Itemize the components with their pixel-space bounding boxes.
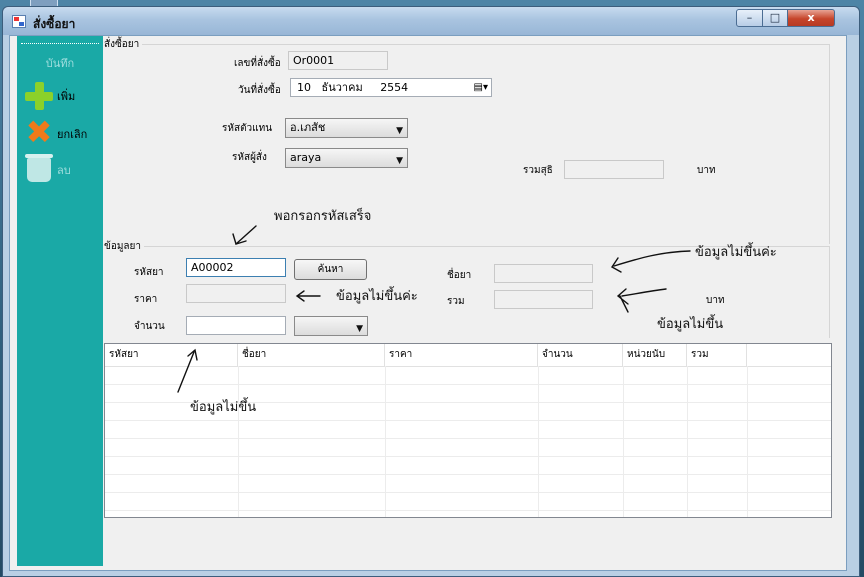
total-label: รวมสุธิ	[523, 165, 553, 176]
column-header-total[interactable]: รวม	[687, 344, 747, 366]
search-button[interactable]: ค้นหา	[294, 259, 367, 280]
order-group-title: สั่งซื้อยา	[104, 37, 143, 52]
date-month: ธันวาคม	[321, 81, 363, 94]
x-icon: ✖	[25, 113, 53, 151]
column-header-unit[interactable]: หน่วยนับ	[623, 344, 687, 366]
grid-header: รหัสยา ชื่อยา ราคา จำนวน หน่วยนับ รวม	[105, 344, 831, 367]
grid-row-line	[105, 474, 831, 475]
chevron-down-icon: ▼	[396, 126, 403, 136]
app-icon	[12, 15, 26, 28]
annotation-no-data-price: ข้อมูลไม่ขึ้นค่ะ	[336, 289, 418, 304]
buyer-code-value: araya	[290, 151, 322, 164]
unit-select[interactable]: ▼	[294, 316, 368, 336]
close-button[interactable]: x	[787, 9, 835, 27]
date-year: 2554	[380, 81, 409, 94]
calendar-dropdown-icon[interactable]: ▤▾	[474, 79, 488, 96]
cancel-button-label: ยกเลิก	[57, 128, 88, 141]
column-header-price[interactable]: ราคา	[385, 344, 538, 366]
grid-row-line	[105, 510, 831, 511]
agent-code-select[interactable]: อ.เภสัช ▼	[285, 118, 408, 138]
agent-code-label: รหัสตัวแทน	[222, 123, 273, 134]
recycle-bin-icon	[25, 154, 53, 182]
title-bar[interactable]: สั่งซื้อยา – □ x	[3, 7, 859, 35]
date-day: 10	[297, 81, 311, 94]
grid-column-line	[687, 366, 688, 517]
buyer-code-label: รหัสผู้สั่ง	[232, 152, 267, 163]
buyer-code-select[interactable]: araya ▼	[285, 148, 408, 168]
grid-row-line	[105, 456, 831, 457]
grid-row-line	[105, 492, 831, 493]
total-unit-label: บาท	[697, 165, 716, 176]
drug-group-title: ข้อมูลยา	[104, 239, 145, 254]
maximize-button[interactable]: □	[762, 9, 788, 27]
grid-column-line	[238, 366, 239, 517]
add-button-label: เพิ่ม	[57, 90, 76, 103]
annotation-no-data-sum: ข้อมูลไม่ขึ้น	[657, 317, 724, 332]
minimize-button[interactable]: –	[736, 9, 763, 27]
window-title: สั่งซื้อยา	[33, 17, 76, 31]
price-field[interactable]	[186, 284, 286, 303]
plus-icon	[25, 82, 53, 110]
add-button[interactable]: เพิ่ม	[25, 80, 101, 110]
grid-row-line	[105, 384, 831, 385]
drug-code-input[interactable]: A00002	[186, 258, 286, 277]
column-header-quantity[interactable]: จำนวน	[538, 344, 623, 366]
grid-column-line	[385, 366, 386, 517]
order-no-field[interactable]: Or0001	[288, 51, 388, 70]
chevron-down-icon: ▼	[396, 156, 403, 166]
delete-button[interactable]: ลบ	[25, 154, 101, 184]
drug-group-border	[829, 246, 830, 338]
order-no-label: เลขที่สั่งซื้อ	[234, 58, 281, 69]
sum-label: รวม	[447, 296, 465, 307]
annotation-after-entering-code: พอกรอกรหัสเสร็จ	[274, 209, 372, 224]
order-items-grid[interactable]: รหัสยา ชื่อยา ราคา จำนวน หน่วยนับ รวม	[104, 343, 832, 518]
price-label: ราคา	[134, 294, 158, 305]
grid-column-line	[747, 366, 748, 517]
total-field[interactable]	[564, 160, 664, 179]
delete-button-label: ลบ	[57, 164, 71, 177]
annotation-no-data-grid: ข้อมูลไม่ขึ้น	[190, 400, 257, 415]
order-group: สั่งซื้อยา	[104, 37, 830, 245]
quantity-input[interactable]	[186, 316, 286, 335]
order-group-border	[829, 44, 830, 244]
sidebar-header-save: บันทึก	[45, 57, 75, 70]
sum-field[interactable]	[494, 290, 593, 309]
cancel-button[interactable]: ✖ ยกเลิก	[25, 113, 101, 151]
column-header-drug-code[interactable]: รหัสยา	[105, 344, 238, 366]
drug-name-field[interactable]	[494, 264, 593, 283]
grid-column-line	[538, 366, 539, 517]
annotation-no-data-name: ข้อมูลไม่ขึ้นค่ะ	[695, 245, 777, 260]
order-date-label: วันที่สั่งซื้อ	[238, 85, 281, 96]
grid-row-line	[105, 420, 831, 421]
order-date-picker[interactable]: 10 ธันวาคม 2554 ▤▾	[290, 78, 492, 97]
drug-name-label: ชื่อยา	[447, 270, 472, 281]
column-header-drug-name[interactable]: ชื่อยา	[238, 344, 385, 366]
chevron-down-icon: ▼	[356, 324, 363, 334]
sidebar-divider	[21, 43, 99, 44]
grid-column-line	[623, 366, 624, 517]
sum-unit-label: บาท	[706, 295, 725, 306]
quantity-label: จำนวน	[134, 321, 165, 332]
grid-row-line	[105, 438, 831, 439]
drug-code-label: รหัสยา	[134, 267, 164, 278]
sidebar: บันทึก เพิ่ม ✖ ยกเลิก ลบ	[17, 36, 103, 566]
agent-code-value: อ.เภสัช	[290, 121, 326, 134]
